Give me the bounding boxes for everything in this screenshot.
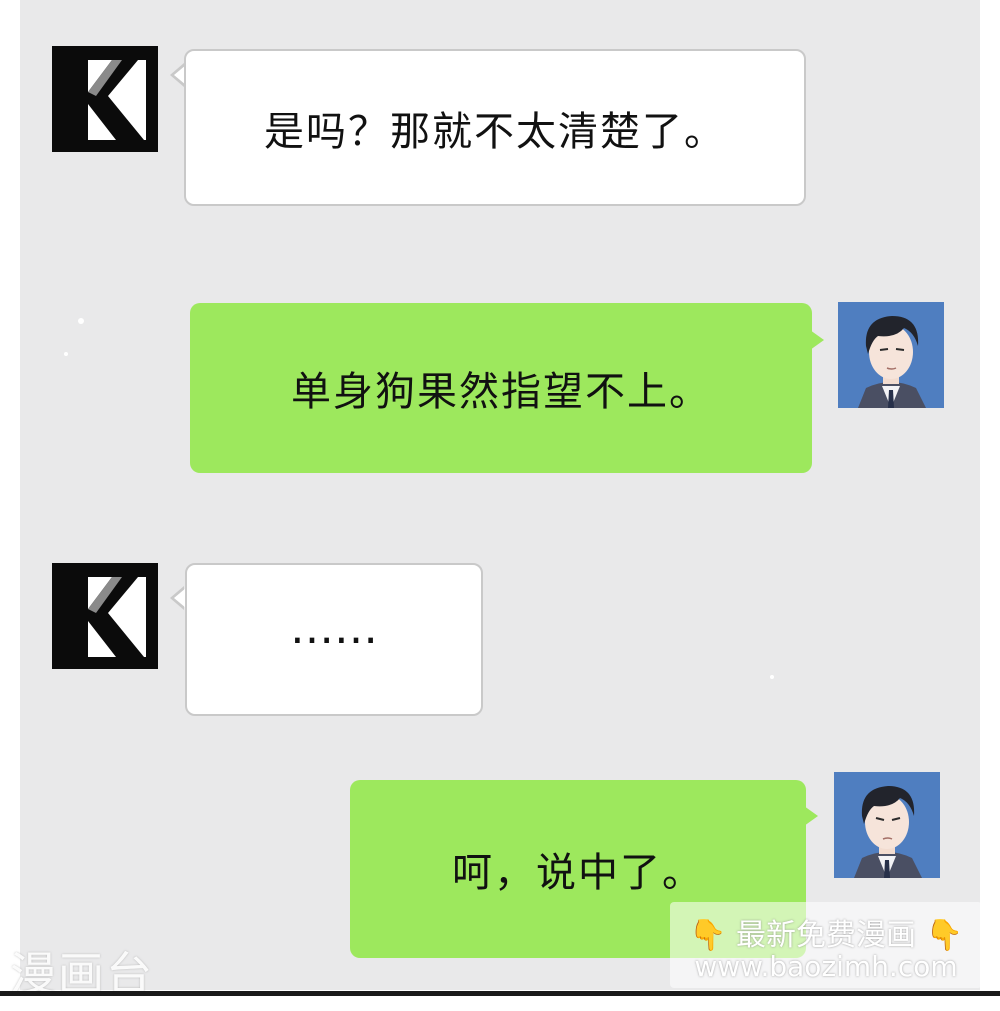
pointing-hand-icon: 👇 bbox=[689, 918, 727, 953]
pointing-hand-icon: 👇 bbox=[925, 918, 963, 953]
sparkle-dot bbox=[770, 675, 774, 679]
watermark-url: www.baozimh.com bbox=[694, 950, 958, 983]
watermark-promo-line: 👇 最新免费漫画 👇 bbox=[670, 910, 982, 954]
k-logo-icon[interactable] bbox=[52, 46, 158, 152]
panel-bottom-border bbox=[0, 991, 1000, 996]
man-portrait-icon bbox=[838, 302, 944, 408]
man-avatar[interactable] bbox=[838, 302, 944, 408]
man-avatar[interactable] bbox=[834, 772, 940, 878]
k-logo-icon[interactable] bbox=[52, 563, 158, 669]
k-letter-graphic bbox=[68, 577, 146, 657]
message-bubble-outgoing[interactable]: 单身狗果然指望不上。 bbox=[190, 303, 812, 473]
watermark-promo: 👇 最新免费漫画 👇 www.baozimh.com bbox=[670, 902, 982, 988]
watermark-promo-text: 最新免费漫画 bbox=[736, 918, 916, 953]
bubble-tail bbox=[810, 330, 824, 350]
k-letter-graphic bbox=[68, 60, 146, 140]
message-bubble-incoming[interactable]: …… bbox=[185, 563, 483, 716]
bubble-tail bbox=[804, 806, 818, 826]
message-text: 是吗？那就不太清楚了。 bbox=[264, 108, 726, 155]
message-text: …… bbox=[290, 603, 378, 654]
message-bubble-incoming[interactable]: 是吗？那就不太清楚了。 bbox=[184, 49, 806, 206]
man-portrait-icon bbox=[834, 772, 940, 878]
sparkle-dot bbox=[78, 318, 84, 324]
message-text: 单身狗果然指望不上。 bbox=[291, 369, 711, 415]
message-text: 呵，说中了。 bbox=[452, 850, 704, 896]
comic-chat-panel: 是吗？那就不太清楚了。 单身狗果然指望不上。 …… 呵，说中了。 漫画台 👇 最… bbox=[0, 0, 1000, 1011]
sparkle-dot bbox=[64, 352, 68, 356]
